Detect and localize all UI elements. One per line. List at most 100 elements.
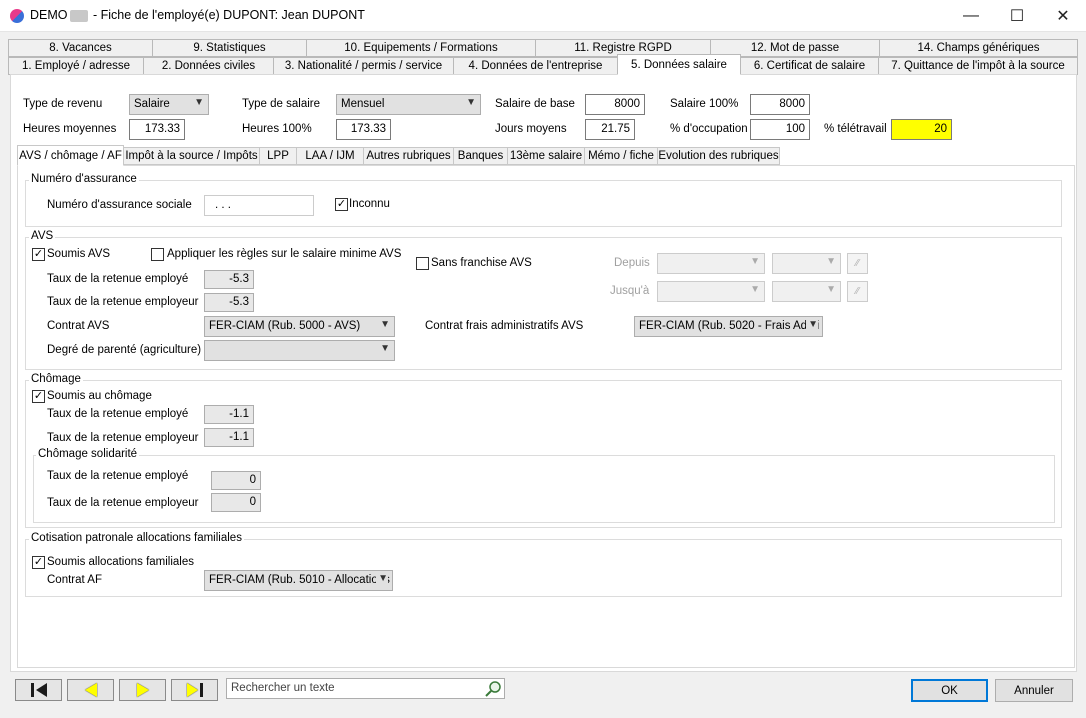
chomage-solidarite-title: Chômage solidarité: [36, 448, 140, 460]
inconnu-label: Inconnu: [349, 198, 390, 210]
heures-moyennes-label: Heures moyennes: [23, 123, 117, 135]
jusqua-month-select[interactable]: ▼: [657, 281, 765, 302]
previous-icon: [84, 683, 97, 697]
jusqua-clear-icon[interactable]: ⁄⁄: [847, 281, 868, 302]
avs-taux-employeur-label: Taux de la retenue employeur: [47, 296, 199, 308]
contrat-avs-label: Contrat AVS: [47, 320, 110, 332]
tab-donnees-salaire[interactable]: 5. Données salaire: [617, 54, 741, 75]
soumis-af-checkbox[interactable]: ✓: [32, 556, 45, 569]
avs-taux-employe-input: -5.3: [204, 270, 254, 289]
nas-label: Numéro d'assurance sociale: [47, 199, 192, 211]
tab-employe-adresse[interactable]: 1. Employé / adresse: [8, 57, 144, 75]
tab-donnees-civiles[interactable]: 2. Données civiles: [143, 57, 274, 75]
soumis-avs-checkbox[interactable]: ✓: [32, 248, 45, 261]
first-record-button[interactable]: [15, 679, 62, 701]
tab-champs-generiques[interactable]: 14. Champs génériques: [879, 39, 1078, 57]
app-icon: [10, 9, 24, 23]
ok-button[interactable]: OK: [911, 679, 988, 702]
nas-input[interactable]: . . .: [204, 195, 314, 216]
teletravail-input[interactable]: 20: [891, 119, 952, 140]
next-icon: [136, 683, 149, 697]
jusqua-label: Jusqu'à: [610, 285, 650, 297]
chevron-down-icon: ▼: [750, 284, 760, 295]
avs-taux-employe-label: Taux de la retenue employé: [47, 273, 189, 285]
subtab-avs[interactable]: AVS / chômage / AF: [17, 145, 124, 166]
depuis-clear-icon[interactable]: ⁄⁄: [847, 253, 868, 274]
salaire-base-label: Salaire de base: [495, 98, 575, 110]
occupation-input[interactable]: 100: [750, 119, 810, 140]
type-salaire-select[interactable]: Mensuel ▼: [336, 94, 481, 115]
jusqua-year-select[interactable]: ▼: [772, 281, 841, 302]
minimize-button[interactable]: —: [948, 0, 994, 32]
contrat-af-label: Contrat AF: [47, 574, 102, 586]
chevron-down-icon: ▼: [376, 573, 388, 584]
search-input[interactable]: Rechercher un texte: [226, 678, 505, 699]
tab-nationalite[interactable]: 3. Nationalité / permis / service: [273, 57, 454, 75]
subtab-13eme-salaire[interactable]: 13ème salaire: [507, 147, 585, 165]
chevron-down-icon: ▼: [194, 97, 204, 108]
heures100-label: Heures 100%: [242, 123, 312, 135]
cancel-button[interactable]: Annuler: [995, 679, 1073, 702]
heures-moyennes-input[interactable]: 173.33: [129, 119, 185, 140]
tab-quittance-impot[interactable]: 7. Quittance de l'impôt à la source: [878, 57, 1078, 75]
contrat-avs-select[interactable]: FER-CIAM (Rub. 5000 - AVS) ▼: [204, 316, 395, 337]
appliquer-regles-checkbox[interactable]: [151, 248, 164, 261]
chomage-taux-employeur-input: -1.1: [204, 428, 254, 447]
depuis-label: Depuis: [614, 257, 650, 269]
af-group-title: Cotisation patronale allocations familia…: [29, 532, 244, 544]
subtab-lpp[interactable]: LPP: [259, 147, 297, 165]
subtab-banques[interactable]: Banques: [453, 147, 508, 165]
inconnu-checkbox[interactable]: ✓: [335, 198, 348, 211]
type-revenu-label: Type de revenu: [23, 98, 103, 110]
next-record-button[interactable]: [119, 679, 166, 701]
maximize-button[interactable]: ☐: [994, 0, 1040, 32]
assurance-group-title: Numéro d'assurance: [29, 173, 139, 185]
chevron-down-icon: ▼: [806, 319, 818, 330]
tab-vacances[interactable]: 8. Vacances: [8, 39, 153, 57]
subtab-autres-rubriques[interactable]: Autres rubriques: [363, 147, 454, 165]
soumis-chomage-label: Soumis au chômage: [47, 390, 152, 402]
previous-record-button[interactable]: [67, 679, 114, 701]
soumis-af-label: Soumis allocations familiales: [47, 556, 195, 568]
depuis-year-select[interactable]: ▼: [772, 253, 841, 274]
chomage-group-title: Chômage: [29, 373, 83, 385]
first-icon: [30, 683, 34, 697]
sans-franchise-label: Sans franchise AVS: [431, 257, 532, 269]
tab-equipements[interactable]: 10. Equipements / Formations: [306, 39, 536, 57]
chevron-down-icon: ▼: [466, 97, 476, 108]
tab-donnees-entreprise[interactable]: 4. Données de l'entreprise: [453, 57, 618, 75]
chomage-taux-employeur-label: Taux de la retenue employeur: [47, 432, 199, 444]
tab-certificat-salaire[interactable]: 6. Certificat de salaire: [740, 57, 879, 75]
close-button[interactable]: ✕: [1040, 0, 1086, 32]
subtab-impot-source[interactable]: Impôt à la source / Impôts: [123, 147, 260, 165]
appliquer-regles-label: Appliquer les règles sur le salaire mini…: [167, 248, 402, 260]
subtab-laa-ijm[interactable]: LAA / IJM: [296, 147, 364, 165]
subtab-memo-fiche[interactable]: Mémo / fiche: [584, 147, 658, 165]
last-icon: [186, 683, 198, 697]
solidarite-employeur-input: 0: [211, 493, 261, 512]
heures100-input[interactable]: 173.33: [336, 119, 391, 140]
search-icon[interactable]: [485, 680, 502, 697]
teletravail-label: % télétravail: [824, 123, 887, 135]
type-salaire-label: Type de salaire: [242, 98, 320, 110]
subtab-evolution-rubriques[interactable]: Evolution des rubriques: [657, 147, 780, 165]
contrat-frais-select[interactable]: FER-CIAM (Rub. 5020 - Frais Admi ▼: [634, 316, 823, 337]
avs-group-title: AVS: [29, 230, 56, 242]
type-revenu-select[interactable]: Salaire ▼: [129, 94, 209, 115]
chomage-solidarite-group: [33, 455, 1055, 523]
solidarite-employe-label: Taux de la retenue employé: [47, 470, 189, 482]
tab-statistiques[interactable]: 9. Statistiques: [152, 39, 307, 57]
window-title: DEMO - Fiche de l'employé(e) DUPONT: Jea…: [30, 8, 365, 22]
sans-franchise-checkbox[interactable]: [416, 257, 429, 270]
depuis-month-select[interactable]: ▼: [657, 253, 765, 274]
last-record-button[interactable]: [171, 679, 218, 701]
soumis-chomage-checkbox[interactable]: ✓: [32, 390, 45, 403]
occupation-label: % d'occupation: [670, 123, 748, 135]
salaire100-label: Salaire 100%: [670, 98, 739, 110]
degre-parente-select[interactable]: ▼: [204, 340, 395, 361]
jours-moyens-input[interactable]: 21.75: [585, 119, 635, 140]
salaire100-input[interactable]: 8000: [750, 94, 810, 115]
salaire-base-input[interactable]: 8000: [585, 94, 645, 115]
contrat-af-select[interactable]: FER-CIAM (Rub. 5010 - Allocations ▼: [204, 570, 393, 591]
solidarite-employe-input: 0: [211, 471, 261, 490]
